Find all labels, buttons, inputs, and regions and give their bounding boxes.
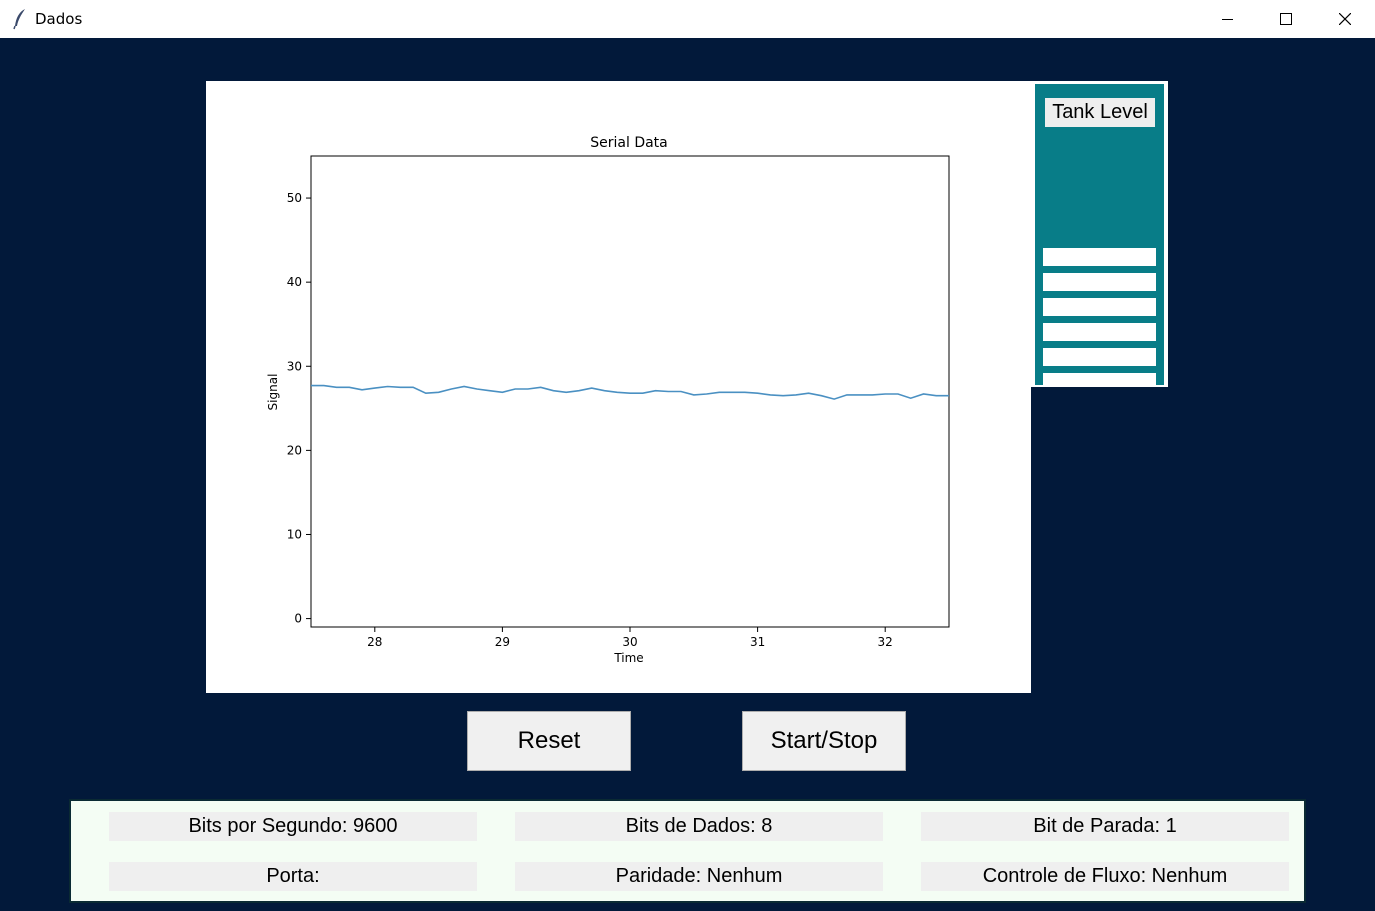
x-axis: 28 29 30 31 32 bbox=[367, 627, 893, 649]
parity-label: Paridade: Nenhum bbox=[515, 862, 883, 891]
plot-canvas: Serial Data 28 29 30 31 32 0 10 20 30 40 50 Time … bbox=[206, 81, 1031, 693]
tank-level-bar bbox=[1043, 348, 1156, 366]
serial-info-panel: Bits por Segundo: 9600 Bits de Dados: 8 … bbox=[69, 799, 1306, 903]
minimize-button[interactable] bbox=[1199, 0, 1257, 38]
tank-level-label: Tank Level bbox=[1045, 98, 1155, 127]
y-tick-label: 40 bbox=[287, 275, 302, 289]
x-tick-label: 32 bbox=[878, 635, 893, 649]
x-tick-label: 28 bbox=[367, 635, 382, 649]
y-tick-label: 30 bbox=[287, 359, 302, 373]
tank-level-bar bbox=[1043, 273, 1156, 291]
tank-body: Tank Level bbox=[1035, 84, 1164, 385]
chart-title: Serial Data bbox=[590, 135, 668, 151]
port-label: Porta: bbox=[109, 862, 477, 891]
y-tick-label: 20 bbox=[287, 443, 302, 457]
maximize-icon bbox=[1280, 13, 1292, 25]
signal-series-line bbox=[311, 384, 949, 400]
x-axis-label: Time bbox=[613, 651, 643, 665]
x-tick-label: 31 bbox=[750, 635, 765, 649]
y-axis: 0 10 20 30 40 50 bbox=[287, 191, 311, 626]
close-button[interactable] bbox=[1316, 0, 1374, 38]
data-bits-label: Bits de Dados: 8 bbox=[515, 812, 883, 841]
start-stop-button[interactable]: Start/Stop bbox=[742, 711, 906, 771]
y-axis-label: Signal bbox=[266, 374, 280, 411]
tank-level-bar bbox=[1043, 373, 1156, 385]
baud-rate-label: Bits por Segundo: 9600 bbox=[109, 812, 477, 841]
x-tick-label: 30 bbox=[622, 635, 637, 649]
tank-level-bar bbox=[1043, 323, 1156, 341]
tank-level-bar bbox=[1043, 298, 1156, 316]
y-tick-label: 10 bbox=[287, 527, 302, 541]
minimize-icon bbox=[1222, 19, 1233, 20]
x-tick-label: 29 bbox=[495, 635, 510, 649]
y-tick-label: 0 bbox=[294, 612, 302, 626]
tank-level-bar bbox=[1043, 248, 1156, 266]
reset-button[interactable]: Reset bbox=[467, 711, 631, 771]
signal-chart: Serial Data 28 29 30 31 32 01020304050 Time … bbox=[266, 135, 950, 665]
tank-level-panel: Tank Level bbox=[1031, 81, 1168, 387]
plot-axes-box bbox=[310, 155, 950, 628]
flow-control-label: Controle de Fluxo: Nenhum bbox=[921, 862, 1289, 891]
close-icon bbox=[1339, 13, 1351, 25]
title-bar: Dados bbox=[0, 0, 1375, 38]
y-tick-label: 50 bbox=[287, 191, 302, 205]
window-title: Dados bbox=[35, 10, 83, 28]
maximize-button[interactable] bbox=[1257, 0, 1315, 38]
stop-bit-label: Bit de Parada: 1 bbox=[921, 812, 1289, 841]
feather-icon bbox=[12, 8, 28, 30]
